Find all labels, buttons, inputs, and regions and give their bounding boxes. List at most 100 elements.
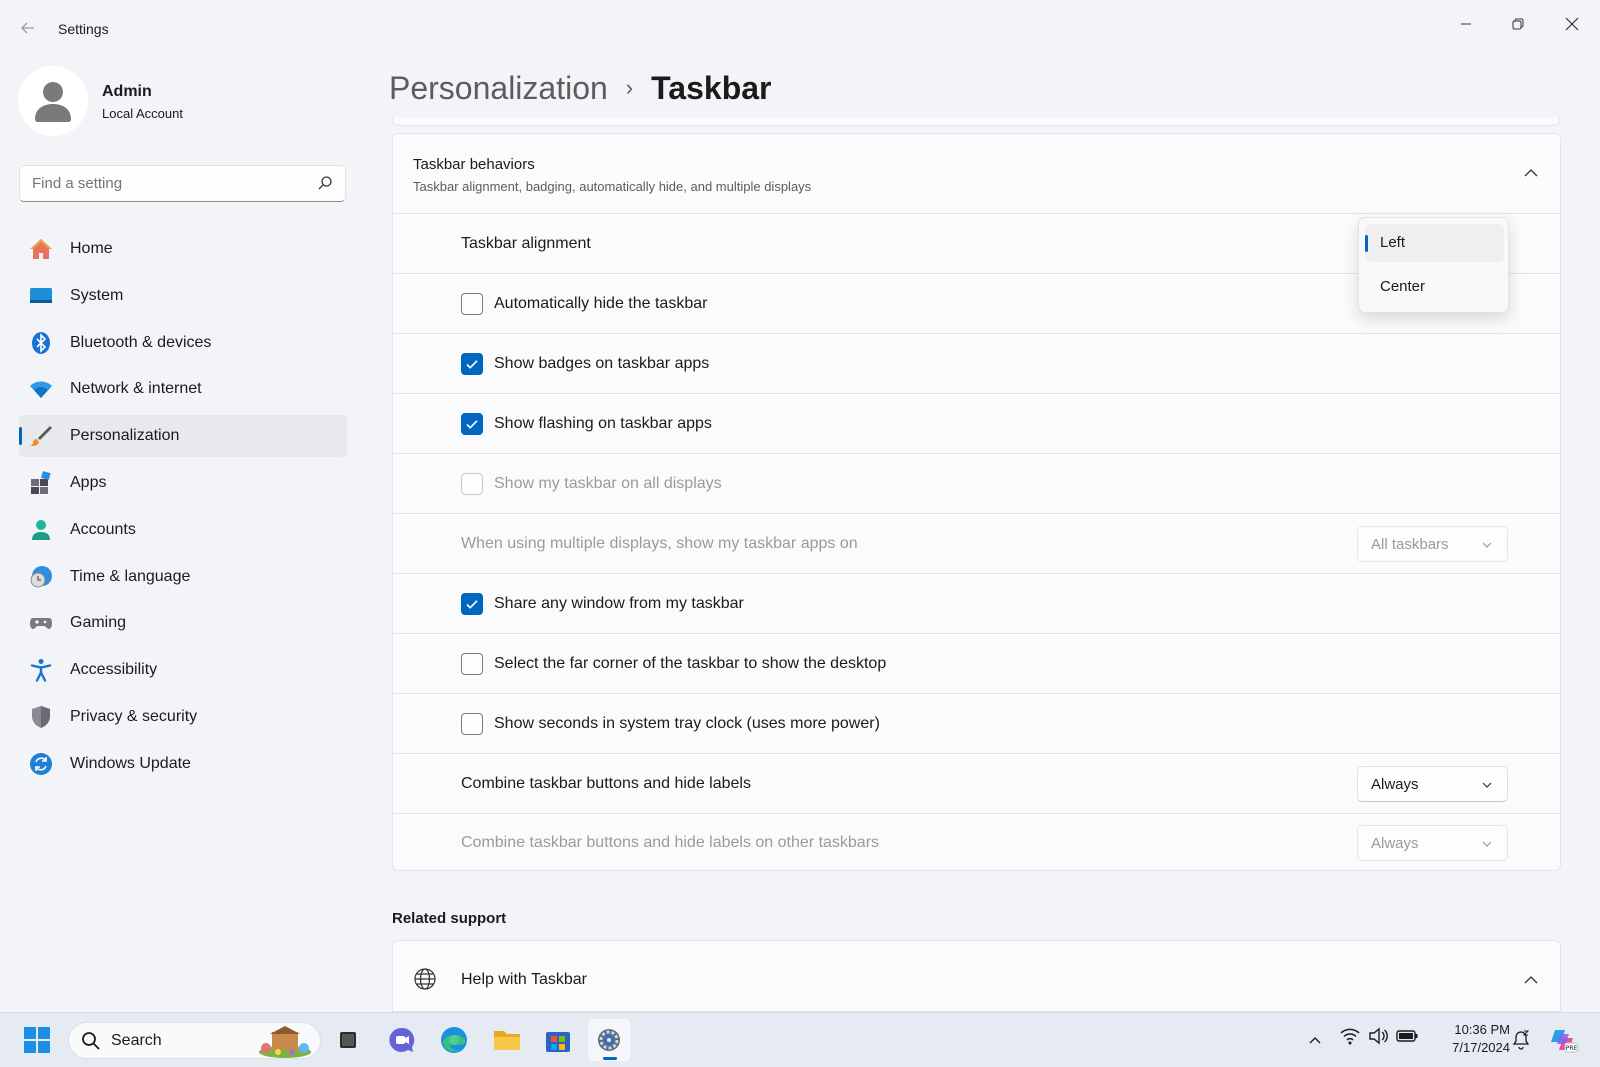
- settings-app-button[interactable]: [588, 1019, 630, 1061]
- edge-icon: [441, 1027, 467, 1053]
- find-setting-search[interactable]: [19, 165, 346, 202]
- app-title: Settings: [58, 21, 109, 37]
- paintbrush-icon: [28, 423, 54, 449]
- user-profile[interactable]: Admin Local Account: [18, 66, 348, 138]
- sidebar-item-label: Accessibility: [70, 661, 158, 679]
- far-corner-checkbox[interactable]: [461, 652, 483, 675]
- sidebar-item-label: Time & language: [70, 567, 191, 585]
- minimize-icon: [1461, 23, 1471, 25]
- svg-text:PRE: PRE: [1566, 1045, 1578, 1052]
- auto-hide-checkbox[interactable]: [461, 292, 483, 315]
- wifi-icon: [28, 376, 54, 402]
- share-window-checkbox[interactable]: [461, 592, 483, 615]
- sidebar-item-accessibility[interactable]: Accessibility: [19, 649, 347, 691]
- taskbar-clock[interactable]: 10:36 PM 7/17/2024: [1430, 1021, 1510, 1057]
- restore-button[interactable]: [1494, 6, 1542, 42]
- sidebar-item-bluetooth[interactable]: Bluetooth & devices: [19, 322, 347, 364]
- chevron-down-icon: [1482, 782, 1492, 788]
- notifications-button[interactable]: [1500, 1019, 1542, 1061]
- restore-icon: [1512, 18, 1524, 30]
- globe-icon: [414, 968, 436, 990]
- related-support-heading: Related support: [392, 910, 507, 927]
- user-avatar-icon: [35, 82, 71, 122]
- system-icon: [28, 283, 54, 309]
- show-seconds-checkbox[interactable]: [461, 712, 483, 735]
- sidebar-item-personalization[interactable]: Personalization: [19, 415, 347, 458]
- task-view-button[interactable]: [327, 1019, 369, 1061]
- search-icon: [82, 1032, 100, 1050]
- minimize-button[interactable]: [1442, 6, 1490, 42]
- bell-snooze-icon: [1512, 1030, 1530, 1050]
- search-highlight-icon: [259, 1026, 311, 1058]
- sidebar-item-gaming[interactable]: Gaming: [19, 602, 347, 644]
- taskbar-search[interactable]: Search: [68, 1022, 321, 1059]
- breadcrumb-parent[interactable]: Personalization: [389, 70, 608, 107]
- help-with-taskbar-card[interactable]: Help with Taskbar: [392, 940, 1561, 1012]
- microsoft-store-button[interactable]: [537, 1019, 579, 1061]
- previous-card-edge: [392, 118, 1560, 126]
- show-badges-checkbox[interactable]: [461, 352, 483, 375]
- edge-browser-button[interactable]: [433, 1019, 475, 1061]
- taskbar-search-label: Search: [111, 1032, 162, 1049]
- combine-buttons-dropdown[interactable]: Always: [1357, 765, 1508, 802]
- dropdown-value: All taskbars: [1371, 535, 1449, 553]
- sidebar-item-label: Bluetooth & devices: [70, 333, 212, 351]
- sidebar-item-label: Network & internet: [70, 380, 202, 398]
- breadcrumb: Personalization › Taskbar: [389, 66, 771, 110]
- chevron-up-icon[interactable]: [1522, 164, 1540, 182]
- multiple-displays-row: When using multiple displays, show my ta…: [393, 514, 1560, 574]
- checkmark-icon: [466, 359, 478, 369]
- multiple-displays-dropdown[interactable]: All taskbars: [1357, 525, 1508, 562]
- alignment-option-center[interactable]: Center: [1365, 268, 1504, 306]
- chat-icon: [389, 1027, 415, 1052]
- sidebar-item-system[interactable]: System: [19, 275, 347, 317]
- sidebar-item-home[interactable]: Home: [19, 228, 347, 270]
- task-view-icon: [340, 1032, 356, 1048]
- windows-update-icon: [28, 751, 54, 777]
- gear-icon: [598, 1029, 620, 1051]
- close-button[interactable]: [1548, 6, 1596, 42]
- teams-chat-button[interactable]: [381, 1019, 423, 1061]
- setting-label: Show flashing on taskbar apps: [494, 414, 712, 432]
- gaming-icon: [28, 610, 54, 636]
- sidebar-item-label: Personalization: [70, 427, 180, 445]
- chevron-down-icon: [1482, 841, 1492, 847]
- file-explorer-button[interactable]: [486, 1019, 528, 1061]
- taskbar-behaviors-header[interactable]: Taskbar behaviors Taskbar alignment, bad…: [393, 134, 1560, 214]
- all-displays-checkbox[interactable]: [461, 472, 483, 495]
- checkmark-icon: [466, 599, 478, 609]
- search-input[interactable]: [20, 166, 290, 200]
- start-button[interactable]: [16, 1019, 58, 1061]
- combine-other-dropdown[interactable]: Always: [1357, 825, 1508, 861]
- home-icon: [28, 236, 54, 262]
- profile-name: Admin: [102, 83, 152, 100]
- close-icon: [1565, 17, 1579, 31]
- show-flashing-checkbox[interactable]: [461, 412, 483, 435]
- combine-buttons-row: Combine taskbar buttons and hide labels …: [393, 754, 1560, 814]
- chevron-up-icon[interactable]: [1522, 971, 1540, 989]
- setting-label: Combine taskbar buttons and hide labels …: [461, 834, 880, 851]
- sidebar-item-time-language[interactable]: Time & language: [19, 556, 347, 598]
- sidebar-item-windows-update[interactable]: Windows Update: [19, 743, 347, 785]
- setting-label: Show seconds in system tray clock (uses …: [494, 714, 880, 732]
- sidebar-item-network[interactable]: Network & internet: [19, 368, 347, 410]
- folder-icon: [494, 1031, 520, 1050]
- system-tray-status[interactable]: [1340, 1027, 1418, 1045]
- windows-logo-icon: [24, 1027, 50, 1053]
- volume-icon: [1369, 1027, 1388, 1045]
- profile-account-type: Local Account: [102, 106, 183, 121]
- sidebar-item-apps[interactable]: Apps: [19, 462, 347, 504]
- copilot-button[interactable]: PRE: [1543, 1019, 1585, 1061]
- apps-icon: [28, 470, 54, 496]
- sidebar-item-privacy[interactable]: Privacy & security: [19, 696, 347, 738]
- sidebar-item-label: Windows Update: [70, 754, 191, 772]
- sidebar-item-accounts[interactable]: Accounts: [19, 509, 347, 551]
- sidebar-item-label: Home: [70, 240, 113, 257]
- back-button[interactable]: [14, 16, 42, 40]
- alignment-option-left[interactable]: Left: [1365, 224, 1504, 262]
- sidebar-item-label: Privacy & security: [70, 707, 198, 725]
- search-icon: [318, 176, 332, 190]
- card-subtitle: Taskbar alignment, badging, automaticall…: [413, 179, 812, 194]
- title-bar: Settings: [0, 0, 1600, 56]
- show-hidden-icons-button[interactable]: [1294, 1019, 1336, 1061]
